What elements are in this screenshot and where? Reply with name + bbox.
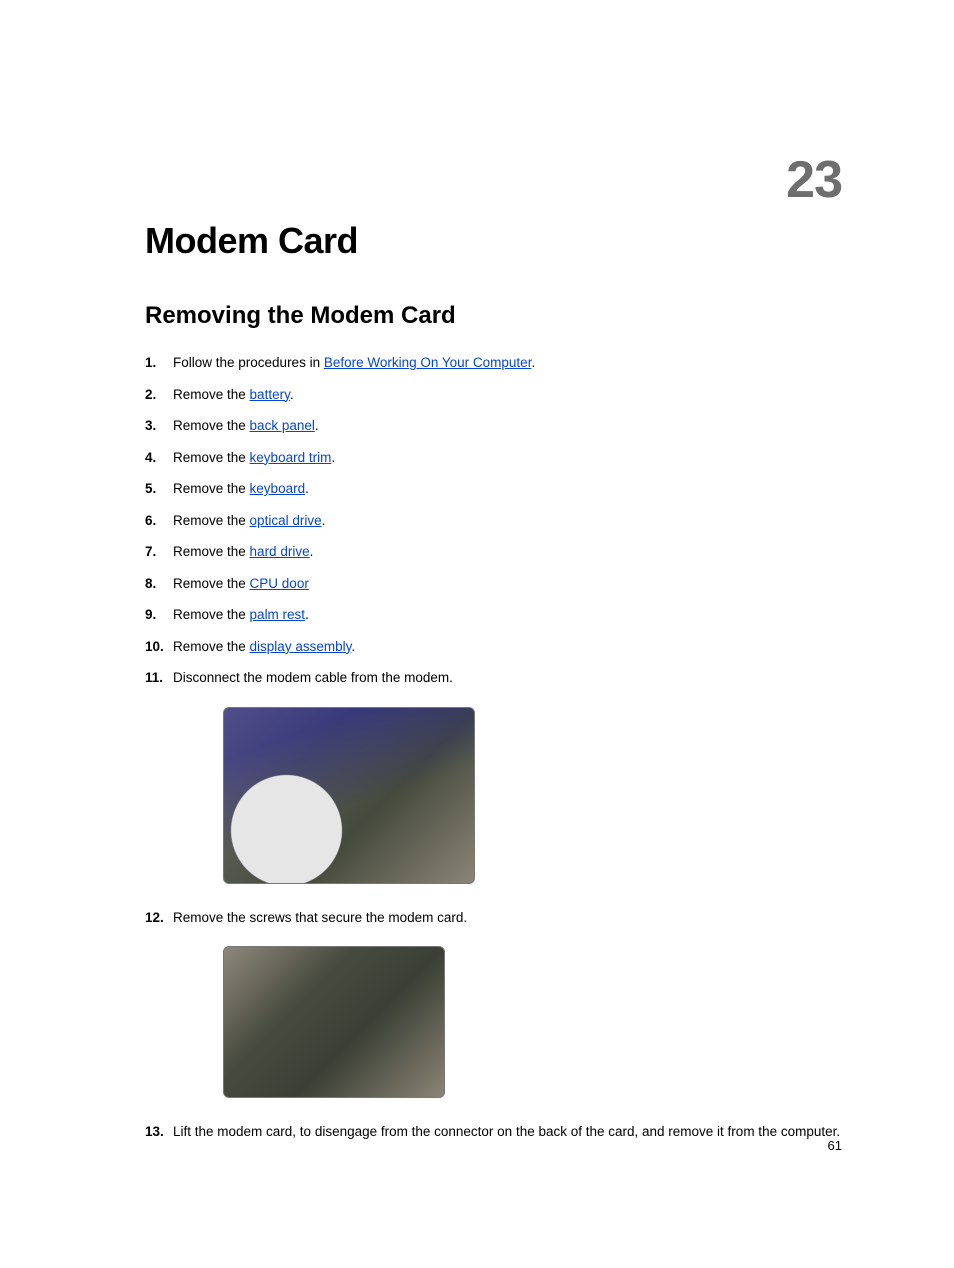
step-7: Remove the hard drive. [145, 543, 844, 561]
step-13: Lift the modem card, to disengage from t… [145, 1123, 844, 1141]
document-page: 23 Modem Card Removing the Modem Card Fo… [0, 0, 954, 1268]
step-2: Remove the battery. [145, 386, 844, 404]
step-text: Lift the modem card, to disengage from t… [173, 1124, 840, 1139]
step-text-pre: Remove the [173, 544, 250, 559]
link-hard-drive[interactable]: hard drive [250, 544, 310, 559]
figure-modem-screws [223, 946, 844, 1103]
step-9: Remove the palm rest. [145, 606, 844, 624]
section-title: Removing the Modem Card [145, 302, 844, 330]
step-text: Remove the screws that secure the modem … [173, 910, 467, 925]
step-text-post: . [322, 513, 326, 528]
step-11: Disconnect the modem cable from the mode… [145, 669, 844, 888]
link-back-panel[interactable]: back panel [250, 418, 315, 433]
step-3: Remove the back panel. [145, 417, 844, 435]
step-text-pre: Remove the [173, 450, 250, 465]
step-text-pre: Remove the [173, 607, 250, 622]
step-text-pre: Remove the [173, 418, 250, 433]
link-keyboard-trim[interactable]: keyboard trim [250, 450, 332, 465]
step-text-post: . [310, 544, 314, 559]
step-text-post: . [331, 450, 335, 465]
procedure-steps: Follow the procedures in Before Working … [145, 354, 844, 1140]
step-text-post: . [351, 639, 355, 654]
step-1: Follow the procedures in Before Working … [145, 354, 844, 372]
chapter-number: 23 [786, 150, 842, 210]
step-8: Remove the CPU door [145, 575, 844, 593]
step-text-pre: Remove the [173, 513, 250, 528]
step-text-post: . [290, 387, 294, 402]
image-disconnect-modem-cable [223, 707, 475, 884]
step-4: Remove the keyboard trim. [145, 449, 844, 467]
step-text-pre: Remove the [173, 639, 250, 654]
step-text-pre: Remove the [173, 387, 250, 402]
link-optical-drive[interactable]: optical drive [250, 513, 322, 528]
step-6: Remove the optical drive. [145, 512, 844, 530]
step-text-post: . [531, 355, 535, 370]
link-battery[interactable]: battery [250, 387, 290, 402]
step-text-post: . [315, 418, 319, 433]
link-palm-rest[interactable]: palm rest [250, 607, 306, 622]
page-number: 61 [828, 1138, 842, 1153]
step-text-pre: Remove the [173, 481, 250, 496]
link-cpu-door[interactable]: CPU door [250, 576, 309, 591]
link-before-working[interactable]: Before Working On Your Computer [324, 355, 532, 370]
step-5: Remove the keyboard. [145, 480, 844, 498]
step-text-pre: Follow the procedures in [173, 355, 324, 370]
link-keyboard[interactable]: keyboard [250, 481, 306, 496]
figure-modem-cable [223, 707, 844, 889]
step-text-post: . [305, 607, 309, 622]
step-text: Disconnect the modem cable from the mode… [173, 670, 453, 685]
step-text-post: . [305, 481, 309, 496]
chapter-title: Modem Card [145, 220, 844, 262]
step-text-pre: Remove the [173, 576, 250, 591]
image-remove-screws [223, 946, 445, 1098]
link-display-assembly[interactable]: display assembly [250, 639, 352, 654]
step-10: Remove the display assembly. [145, 638, 844, 656]
step-12: Remove the screws that secure the modem … [145, 909, 844, 1103]
